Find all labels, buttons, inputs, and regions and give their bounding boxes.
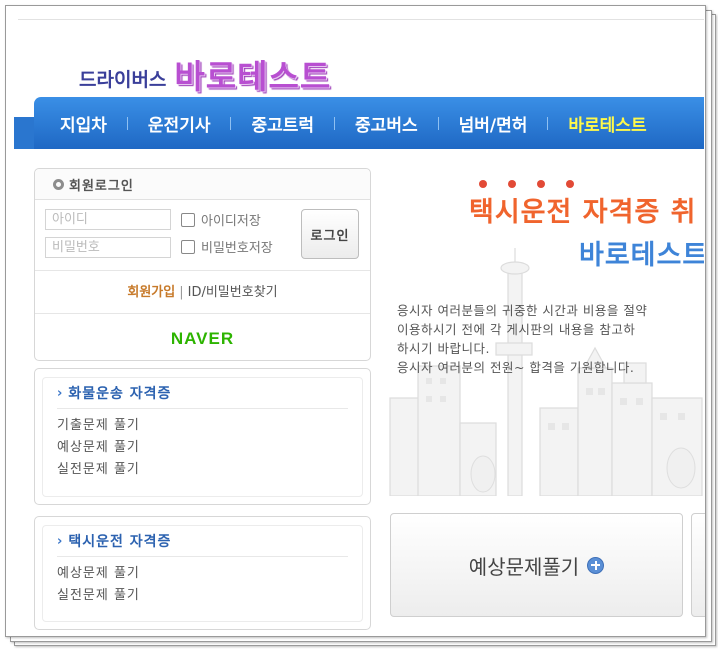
nav-item-driver[interactable]: 운전기사: [148, 111, 211, 136]
hero-line: 응시자 여러분들의 귀중한 시간과 비용을 절약: [397, 303, 648, 318]
logo-main: 바로테스트: [174, 57, 332, 96]
login-title: 회원로그인: [69, 178, 134, 194]
nav-separator: [437, 116, 439, 130]
nav-item-used-bus[interactable]: 중고버스: [355, 111, 418, 136]
divider: [35, 270, 370, 271]
login-header: 회원로그인: [35, 169, 370, 200]
hero-description: 응시자 여러분들의 귀중한 시간과 비용을 절약 이용하시기 전에 각 게시판의…: [397, 301, 647, 377]
dot: [479, 180, 487, 188]
logo-sub: 드라이버스: [79, 69, 167, 91]
category-list: 기출문제 풀기 예상문제 풀기 실전문제 풀기: [57, 409, 362, 481]
naver-login-button[interactable]: NAVER: [35, 329, 370, 349]
save-password-checkbox[interactable]: [181, 239, 195, 254]
category-box-taxi: › 택시운전 자격증 예상문제 풀기 실전문제 풀기: [34, 516, 371, 630]
category-header[interactable]: › 택시운전 자격증: [57, 526, 348, 557]
list-item[interactable]: 실전문제 풀기: [57, 459, 362, 481]
top-divider: [18, 19, 704, 20]
find-account-link[interactable]: ID/비밀번호찾기: [188, 285, 278, 300]
id-input[interactable]: 아이디: [45, 209, 171, 230]
nav-item-jiipcha[interactable]: 지입차: [60, 111, 107, 136]
category-inner: › 화물운송 자격증 기출문제 풀기 예상문제 풀기 실전문제 풀기: [42, 377, 363, 497]
plus-circle-icon: [587, 556, 605, 574]
category-list: 예상문제 풀기 실전문제 풀기: [57, 557, 362, 607]
nav-extension: [14, 117, 36, 149]
category-box-cargo: › 화물운송 자격증 기출문제 풀기 예상문제 풀기 실전문제 풀기: [34, 368, 371, 505]
circle-bullet-icon: [53, 178, 64, 190]
main-nav: 지입차 운전기사 중고트럭 중고버스 넘버/면허 바로테스트: [34, 97, 704, 149]
hero-banner: 택시운전 자격증 취 바로테스트 응시자 여러분들의 귀중한 시간과 비용을 절…: [388, 168, 704, 496]
join-link[interactable]: 회원가입: [127, 285, 175, 300]
hero-line: 이용하시기 전에 각 게시판의 내용을 참고하: [397, 322, 636, 337]
nav-separator: [334, 116, 336, 130]
hero-line: 응시자 여러분의 전원~ 합격을 기원합니다.: [397, 360, 635, 375]
nav-item-number-license[interactable]: 넘버/면허: [459, 111, 528, 136]
nav-separator: [547, 116, 549, 130]
next-action-button[interactable]: [691, 513, 705, 617]
save-id-checkbox[interactable]: [181, 212, 195, 227]
nav-separator: [126, 116, 128, 130]
login-links: 회원가입 | ID/비밀번호찾기: [35, 281, 370, 300]
category-inner: › 택시운전 자격증 예상문제 풀기 실전문제 풀기: [42, 525, 363, 622]
page-frame: 드라이버스 바로테스트 지입차 운전기사 중고트럭 중고버스 넘버/면허 바로테…: [5, 5, 706, 637]
list-item[interactable]: 기출문제 풀기: [57, 415, 362, 437]
category-title: 화물운송 자격증: [68, 386, 172, 402]
site-logo[interactable]: 드라이버스 바로테스트: [79, 48, 331, 98]
save-password-label: 비밀번호저장: [201, 241, 273, 256]
nav-item-barotest[interactable]: 바로테스트: [568, 111, 646, 136]
login-panel: 회원로그인 아이디 비밀번호 아이디저장 비밀번호저장 로그인 회원가입 | ID/…: [34, 168, 371, 361]
category-title: 택시운전 자격증: [68, 534, 172, 550]
list-item[interactable]: 실전문제 풀기: [57, 585, 362, 607]
nav-separator: [230, 116, 232, 130]
category-header[interactable]: › 화물운송 자격증: [57, 378, 348, 409]
save-id-label: 아이디저장: [201, 214, 261, 229]
password-input[interactable]: 비밀번호: [45, 237, 171, 258]
dot: [537, 180, 545, 188]
hero-line: 하시기 바랍니다.: [397, 341, 490, 356]
hero-subtitle: 바로테스트: [579, 240, 704, 271]
dot: [566, 180, 574, 188]
nav-item-used-truck[interactable]: 중고트럭: [251, 111, 314, 136]
practice-questions-button[interactable]: 예상문제풀기: [390, 513, 683, 617]
practice-questions-label: 예상문제풀기: [468, 554, 580, 579]
hero-title: 택시운전 자격증 취: [469, 197, 697, 228]
list-item[interactable]: 예상문제 풀기: [57, 437, 362, 459]
decor-dots: [479, 180, 595, 188]
chevron-right-icon: ›: [57, 385, 63, 401]
list-item[interactable]: 예상문제 풀기: [57, 563, 362, 585]
chevron-right-icon: ›: [57, 533, 63, 549]
login-button[interactable]: 로그인: [301, 209, 359, 259]
link-separator: |: [179, 285, 184, 300]
save-id-option[interactable]: 아이디저장: [181, 210, 261, 229]
dot: [508, 180, 516, 188]
save-password-option[interactable]: 비밀번호저장: [181, 237, 273, 256]
divider: [35, 313, 370, 314]
